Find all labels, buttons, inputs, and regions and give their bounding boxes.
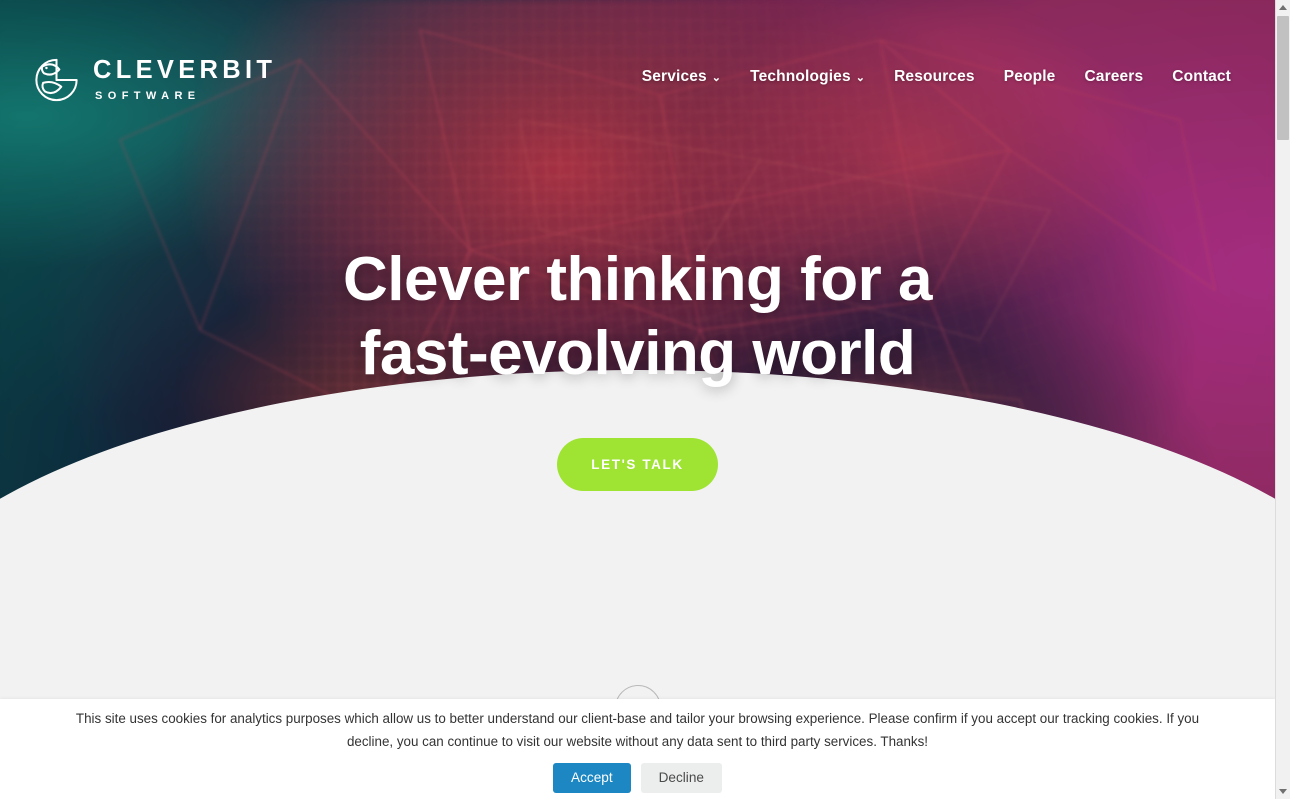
vertical-scrollbar[interactable] — [1275, 0, 1290, 799]
brand-name: CLEVERBIT — [93, 56, 277, 85]
cookie-actions: Accept Decline — [553, 763, 722, 794]
nav-item-services[interactable]: Services ⌄ — [642, 68, 721, 86]
cookie-consent-banner: This site uses cookies for analytics pur… — [0, 699, 1275, 799]
nav-label: Contact — [1172, 68, 1231, 85]
triangle-down-icon — [1279, 789, 1287, 794]
nav-label: Services — [641, 68, 707, 85]
nav-item-technologies[interactable]: Technologies ⌄ — [750, 68, 865, 86]
logo-wordmark: CLEVERBIT SOFTWARE — [93, 58, 276, 102]
scroll-down-arrow-icon[interactable] — [1276, 784, 1290, 799]
scroll-up-arrow-icon[interactable] — [1276, 0, 1290, 15]
triangle-up-icon — [1279, 5, 1287, 10]
nav-label: Technologies — [750, 68, 851, 85]
nav-item-careers[interactable]: Careers — [1084, 68, 1143, 86]
cleverbit-leaf-mark-icon — [35, 58, 78, 102]
nav-label: Resources — [894, 68, 975, 85]
scrollbar-thumb[interactable] — [1277, 16, 1289, 140]
nav-item-resources[interactable]: Resources — [894, 68, 975, 86]
main-navigation: Services ⌄ Technologies ⌄ Resources Peop… — [642, 68, 1231, 86]
site-header: CLEVERBIT SOFTWARE Services ⌄ Technologi… — [0, 0, 1275, 140]
brand-subtitle: SOFTWARE — [95, 89, 201, 102]
accept-cookies-button[interactable]: Accept — [553, 763, 631, 794]
nav-item-people[interactable]: People — [1004, 68, 1056, 86]
lets-talk-button[interactable]: LET'S TALK — [557, 437, 718, 491]
nav-label: People — [1003, 68, 1056, 85]
chevron-down-icon: ⌄ — [855, 71, 866, 84]
nav-item-contact[interactable]: Contact — [1172, 68, 1231, 86]
site-logo[interactable]: CLEVERBIT SOFTWARE — [33, 57, 276, 103]
chevron-down-icon: ⌄ — [711, 71, 722, 84]
nav-label: Careers — [1084, 68, 1144, 85]
cookie-message: This site uses cookies for analytics pur… — [75, 711, 1200, 749]
page-viewport: CLEVERBIT SOFTWARE Services ⌄ Technologi… — [0, 0, 1275, 799]
decline-cookies-button[interactable]: Decline — [640, 763, 722, 794]
